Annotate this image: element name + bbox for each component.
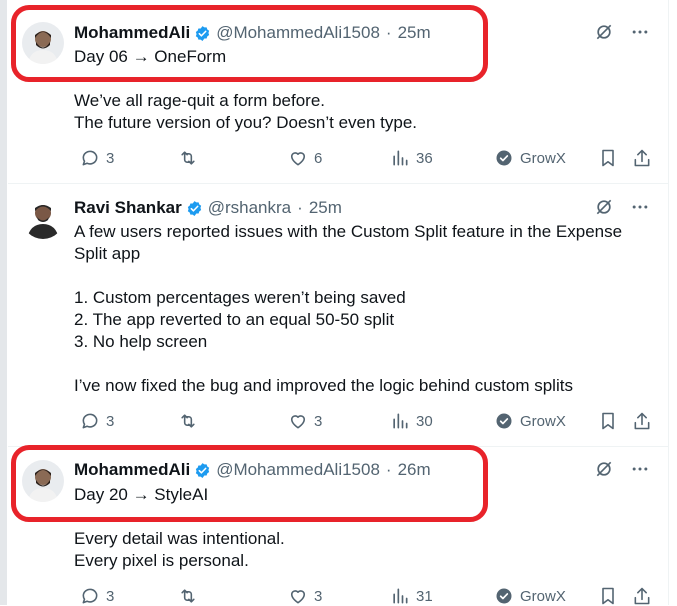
- bookmark-icon: [602, 412, 614, 430]
- tweet-text: A few users reported issues with the Cus…: [74, 222, 623, 395]
- author-handle[interactable]: @MohammedAli1508: [216, 23, 380, 43]
- reply-count: 3: [106, 149, 115, 167]
- tweet-actions: 3 6 36 GrowX: [74, 148, 654, 168]
- reply-icon: [82, 150, 98, 166]
- tweet-header: MohammedAli @MohammedAli1508 · 25m: [74, 22, 431, 44]
- like-icon: [290, 590, 306, 604]
- separator-dot: ·: [385, 23, 392, 42]
- verified-icon: [196, 25, 210, 41]
- share-button[interactable]: [632, 586, 652, 606]
- grok-icon[interactable]: [594, 197, 614, 217]
- more-icon[interactable]: [630, 197, 650, 217]
- views-count: 36: [416, 149, 433, 167]
- reply-icon: [82, 413, 98, 429]
- avatar[interactable]: [22, 22, 64, 64]
- grok-icon[interactable]: [594, 22, 614, 42]
- tweet-corner-actions: [594, 459, 650, 479]
- reply-count: 3: [106, 587, 115, 605]
- bookmark-icon: [602, 149, 614, 167]
- bookmark-icon: [602, 587, 614, 605]
- tweet-actions: 3 3 30 GrowX: [74, 411, 654, 431]
- more-icon[interactable]: [630, 459, 650, 479]
- reply-button[interactable]: 3: [80, 411, 114, 431]
- share-icon: [634, 149, 650, 167]
- more-icon[interactable]: [630, 22, 650, 42]
- retweet-icon: [181, 589, 195, 603]
- like-count: 3: [314, 587, 323, 605]
- like-button[interactable]: 3: [288, 586, 322, 606]
- retweet-button[interactable]: [178, 148, 204, 168]
- reply-button[interactable]: 3: [80, 586, 114, 606]
- growx-button[interactable]: GrowX: [494, 148, 566, 168]
- share-button[interactable]: [632, 411, 652, 431]
- author-name[interactable]: MohammedAli: [74, 460, 190, 480]
- tweet-text: We’ve all rage-quit a form before. The f…: [74, 91, 418, 132]
- like-button[interactable]: 3: [288, 411, 322, 431]
- reply-button[interactable]: 3: [80, 148, 114, 168]
- verified-icon: [196, 462, 210, 478]
- reply-icon: [82, 588, 98, 604]
- reply-count: 3: [106, 412, 115, 430]
- growx-label: GrowX: [520, 149, 566, 167]
- tweet-header: Ravi Shankar @rshankra · 25m: [74, 197, 342, 219]
- left-border: [0, 0, 7, 605]
- tweet-title-line: Day 20 → StyleAI: [74, 485, 209, 504]
- author-handle[interactable]: @rshankra: [208, 198, 291, 218]
- author-name[interactable]: Ravi Shankar: [74, 198, 182, 218]
- tweet-text: Every detail was intentional. Every pixe…: [74, 529, 285, 570]
- author-name[interactable]: MohammedAli: [74, 23, 190, 43]
- timestamp[interactable]: 25m: [398, 23, 431, 43]
- views-icon: [393, 588, 408, 604]
- growx-label: GrowX: [520, 587, 566, 605]
- separator-dot: ·: [385, 460, 392, 479]
- share-button[interactable]: [632, 148, 652, 168]
- like-icon: [290, 415, 306, 429]
- tweet-divider: [8, 183, 668, 184]
- views-count: 31: [416, 587, 433, 605]
- avatar[interactable]: [22, 460, 64, 502]
- timestamp[interactable]: 26m: [398, 460, 431, 480]
- growx-check-icon: [496, 150, 512, 166]
- tweet-divider: [8, 446, 668, 447]
- avatar[interactable]: [22, 197, 64, 239]
- growx-label: GrowX: [520, 412, 566, 430]
- tweet-actions: 3 3 31 GrowX: [74, 586, 654, 606]
- views-button[interactable]: 36: [390, 148, 433, 168]
- tweet-title-line: Day 06 → OneForm: [74, 47, 227, 66]
- share-icon: [634, 412, 650, 430]
- like-button[interactable]: 6: [288, 148, 322, 168]
- views-icon: [393, 413, 408, 429]
- views-icon: [393, 150, 408, 166]
- bookmark-button[interactable]: [598, 411, 618, 431]
- bookmark-button[interactable]: [598, 148, 618, 168]
- tweet-header: MohammedAli @MohammedAli1508 · 26m: [74, 459, 431, 481]
- retweet-icon: [181, 151, 195, 165]
- growx-button[interactable]: GrowX: [494, 411, 566, 431]
- retweet-icon: [181, 414, 195, 428]
- growx-check-icon: [496, 588, 512, 604]
- views-button[interactable]: 30: [390, 411, 433, 431]
- like-count: 3: [314, 412, 323, 430]
- growx-button[interactable]: GrowX: [494, 586, 566, 606]
- right-border: [668, 0, 669, 605]
- views-button[interactable]: 31: [390, 586, 433, 606]
- retweet-button[interactable]: [178, 586, 204, 606]
- like-icon: [290, 152, 306, 166]
- tweet-corner-actions: [594, 22, 650, 42]
- timestamp[interactable]: 25m: [309, 198, 342, 218]
- tweet-corner-actions: [594, 197, 650, 217]
- views-count: 30: [416, 412, 433, 430]
- author-handle[interactable]: @MohammedAli1508: [216, 460, 380, 480]
- retweet-button[interactable]: [178, 411, 204, 431]
- like-count: 6: [314, 149, 323, 167]
- separator-dot: ·: [297, 198, 303, 217]
- bookmark-button[interactable]: [598, 586, 618, 606]
- growx-check-icon: [496, 413, 512, 429]
- verified-icon: [187, 200, 201, 216]
- grok-icon[interactable]: [594, 459, 614, 479]
- share-icon: [634, 587, 650, 605]
